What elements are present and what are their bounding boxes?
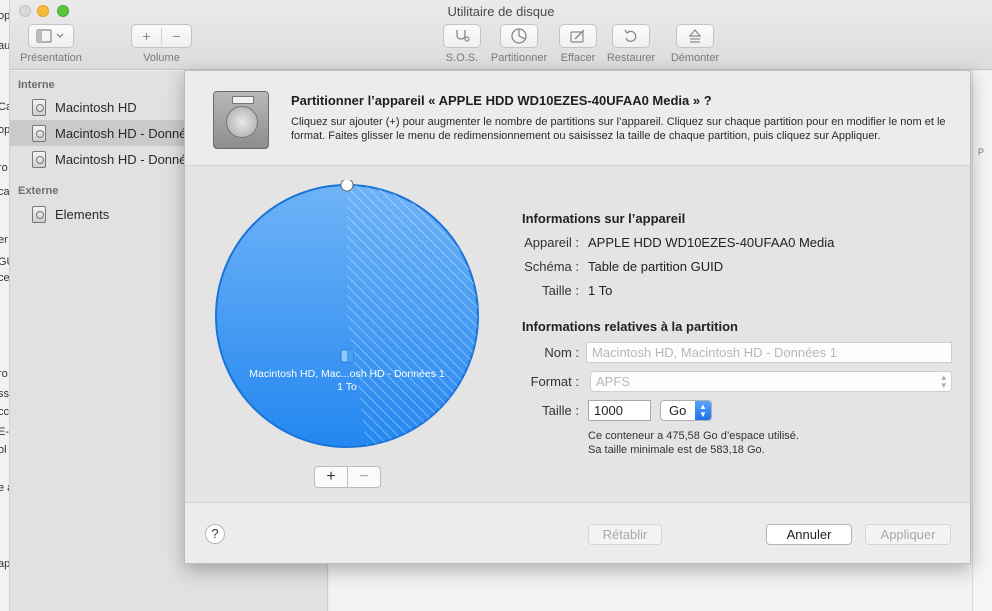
eraser-icon — [570, 29, 585, 43]
eject-icon — [688, 29, 702, 43]
edge-text: cc — [0, 406, 9, 418]
format-value: APFS — [596, 374, 630, 389]
edge-text: ro — [0, 162, 8, 174]
partition-info-title: Informations relatives à la partition — [522, 319, 738, 334]
edge-text: e a — [0, 482, 9, 494]
sidebar-item-label: Elements — [55, 206, 110, 222]
cancel-button[interactable]: Annuler — [766, 524, 852, 545]
edge-text: ss — [0, 388, 9, 400]
sidebar-icon — [36, 29, 64, 43]
size-unit-value: Go — [669, 403, 687, 418]
sidebar-section-external: Externe — [18, 185, 59, 197]
device-size-label: Taille : — [542, 283, 579, 298]
add-volume-button[interactable]: + — [132, 28, 162, 44]
device-info-title: Informations sur l’appareil — [522, 211, 686, 226]
format-select[interactable]: APFS ▴ ▾ — [590, 371, 952, 392]
edge-text: op — [0, 124, 10, 136]
hard-drive-icon — [213, 91, 269, 149]
partition-size-input[interactable]: 1000 — [588, 400, 651, 421]
sidebar-item-label: Macintosh HD — [55, 99, 137, 115]
internal-disk-icon — [32, 150, 46, 168]
detail-pane-edge-text: P — [978, 147, 985, 157]
partition-button[interactable] — [500, 24, 538, 48]
edge-text: ro — [0, 368, 8, 380]
help-button[interactable]: ? — [205, 524, 225, 544]
scheme-value: Table de partition GUID — [588, 259, 724, 274]
pie-chart-icon — [511, 28, 527, 44]
edge-text: ap — [0, 558, 10, 570]
device-value: APPLE HDD WD10EZES-40UFAA0 Media — [588, 235, 835, 250]
format-label: Format : — [530, 374, 579, 389]
remove-partition-button[interactable]: − — [347, 466, 381, 488]
container-usage-note: Ce conteneur a 475,58 Go d’espace utilis… — [588, 430, 799, 442]
edge-text: Ca — [0, 101, 9, 113]
device-label: Appareil : — [524, 235, 579, 250]
sheet-body: Macintosh HD, Mac...osh HD - Données 1 1… — [185, 165, 970, 503]
add-partition-button[interactable]: + — [314, 466, 348, 488]
sidebar-item-label: Macintosh HD - Données — [55, 125, 201, 141]
stethoscope-icon — [456, 30, 470, 42]
unmount-button[interactable] — [676, 24, 714, 48]
sheet-header: Partitionner l’appareil « APPLE HDD WD10… — [185, 71, 970, 165]
edge-text: ol — [0, 444, 7, 456]
updown-arrows-icon: ▴ ▾ — [941, 372, 946, 390]
volume-label: Volume — [143, 52, 180, 64]
external-disk-icon — [32, 205, 46, 223]
remove-volume-button[interactable]: − — [162, 28, 191, 44]
edge-text: ca — [0, 186, 10, 198]
resize-handle[interactable] — [340, 178, 354, 192]
presentation-label: Présentation — [20, 52, 82, 64]
erase-label: Effacer — [560, 52, 596, 64]
edge-text: E- — [0, 426, 9, 438]
name-label: Nom : — [544, 345, 579, 360]
scheme-label: Schéma : — [524, 259, 579, 274]
partition-name-label: Macintosh HD, Mac...osh HD - Données 1 — [249, 368, 445, 380]
internal-disk-icon — [32, 98, 46, 116]
sidebar-section-internal: Interne — [18, 79, 55, 91]
partition-sheet: Partitionner l’appareil « APPLE HDD WD10… — [184, 70, 971, 564]
edge-text: ce — [0, 272, 10, 284]
partition-size-label: 1 To — [337, 381, 357, 393]
partition-pie-graphic: Macintosh HD, Mac...osh HD - Données 1 1… — [215, 178, 479, 448]
edge-text: op — [0, 10, 10, 22]
edge-text: au — [0, 40, 10, 52]
detail-pane-edge: P — [972, 71, 992, 611]
sheet-title: Partitionner l’appareil « APPLE HDD WD10… — [291, 93, 712, 108]
restore-arrow-icon — [624, 29, 637, 42]
device-size-value: 1 To — [588, 283, 613, 298]
apply-button[interactable]: Appliquer — [865, 524, 951, 545]
background-window-edge: op au Ca op ro ca er GU ce ro ss cc E- o… — [0, 0, 10, 611]
updown-arrows-icon: ▲ ▼ — [695, 401, 711, 420]
size-unit-select[interactable]: Go ▲ ▼ — [660, 400, 712, 421]
minimum-size-note: Sa taille minimale est de 583,18 Go. — [588, 444, 765, 456]
erase-button[interactable] — [559, 24, 597, 48]
size-label: Taille : — [542, 403, 579, 418]
edge-text: er — [0, 234, 8, 246]
internal-disk-icon — [32, 124, 46, 142]
partition-label: Partitionner — [490, 52, 548, 64]
finder-icon — [340, 349, 354, 363]
partition-name-field[interactable]: Macintosh HD, Macintosh HD - Données 1 — [586, 342, 952, 363]
edge-text: GU — [0, 256, 9, 268]
title-bar: Utilitaire de disque Présentation + − Vo… — [10, 0, 992, 70]
revert-button[interactable]: Rétablir — [588, 524, 662, 545]
first-aid-label: S.O.S. — [445, 52, 479, 64]
presentation-button[interactable] — [28, 24, 74, 48]
partition-pie[interactable]: Macintosh HD, Mac...osh HD - Données 1 1… — [211, 178, 483, 452]
pie-used-space — [347, 185, 479, 446]
first-aid-button[interactable] — [443, 24, 481, 48]
restore-label: Restaurer — [606, 52, 656, 64]
volume-button-group: + − — [131, 24, 192, 48]
window-title: Utilitaire de disque — [447, 4, 555, 19]
sheet-description: Cliquez sur ajouter (+) pour augmenter l… — [291, 116, 946, 142]
unmount-label: Démonter — [670, 52, 720, 64]
sidebar-item-label: Macintosh HD - Données — [55, 151, 201, 167]
restore-button[interactable] — [612, 24, 650, 48]
